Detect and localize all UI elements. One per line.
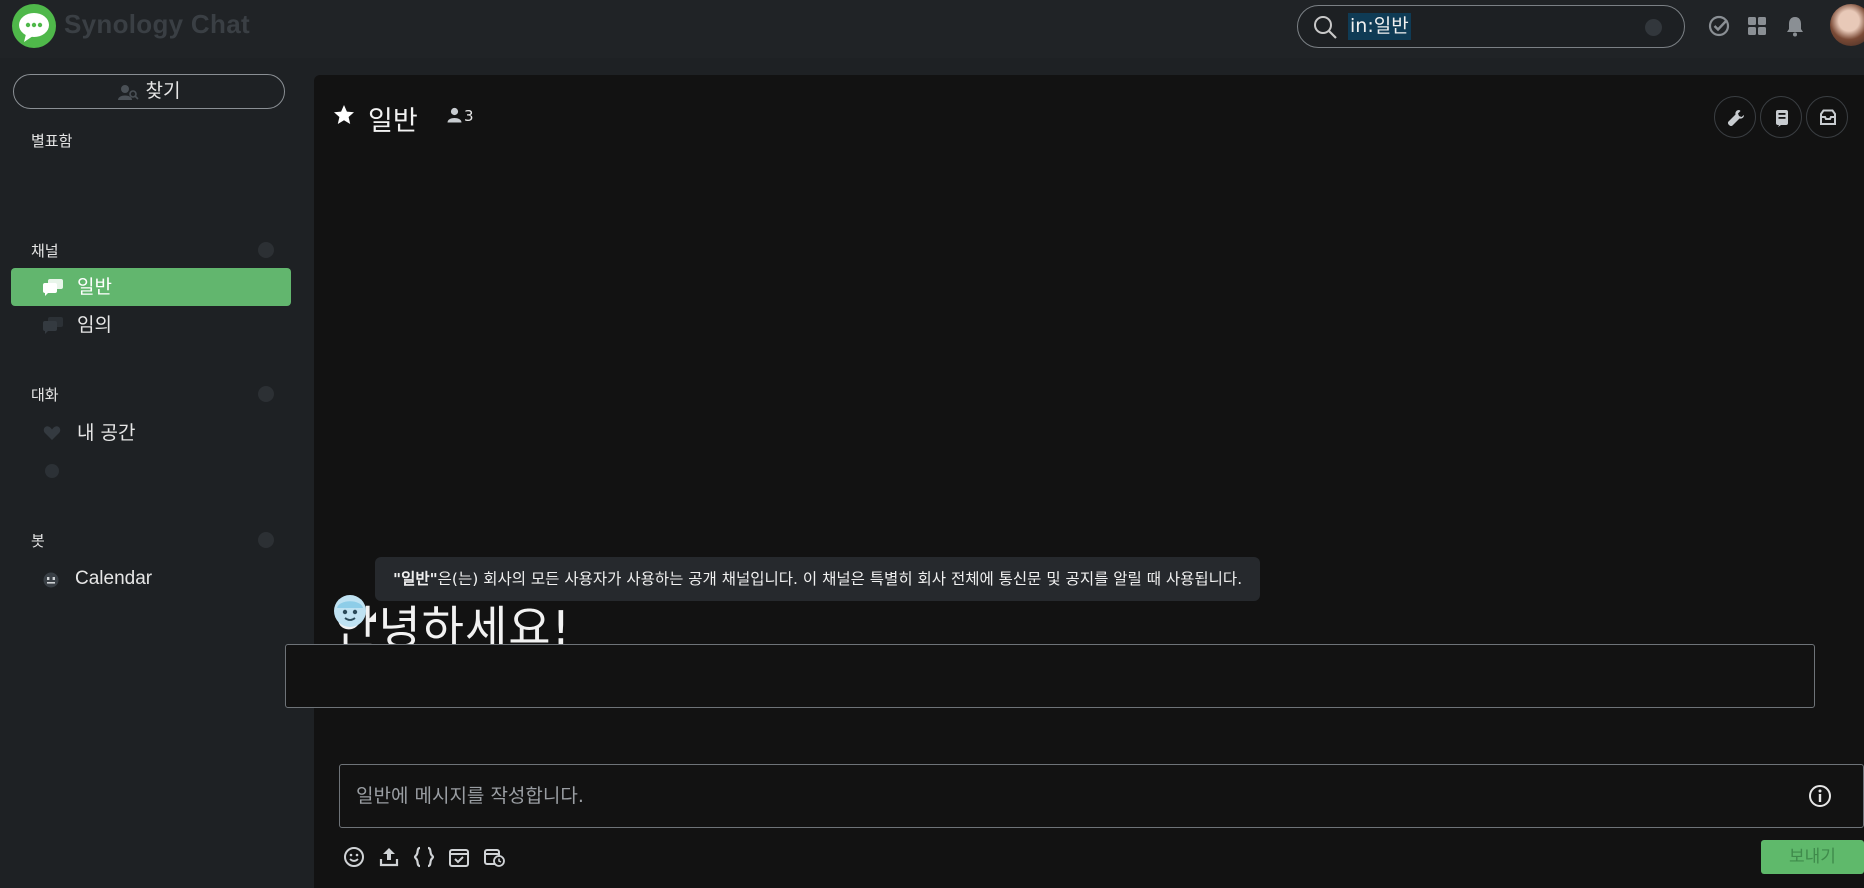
message-composer [285, 644, 1815, 708]
top-bar: Synology Chat in:일반 [0, 0, 1864, 58]
settings-wrench-button[interactable] [1714, 96, 1756, 138]
send-button[interactable]: 보내기 [1761, 840, 1864, 874]
member-count[interactable]: 3 [447, 107, 474, 125]
channel-label: 일반 [77, 276, 112, 298]
add-bot-icon[interactable] [258, 532, 274, 548]
channel-label: 임의 [77, 314, 112, 336]
code-snippet-icon[interactable] [412, 845, 436, 869]
pinned-messages-button[interactable] [1760, 96, 1802, 138]
inbox-icon [1820, 109, 1836, 125]
chat-bubble-icon [45, 464, 59, 478]
sidebar-item-my-space[interactable]: 내 공간 [11, 414, 291, 452]
channel-title: 일반 [368, 106, 418, 137]
channel-chat-icon [43, 317, 63, 334]
search-box[interactable]: in:일반 [1297, 5, 1685, 48]
upload-icon[interactable] [377, 845, 401, 869]
wrench-icon [1727, 110, 1744, 127]
search-icon [1314, 16, 1337, 39]
intro-channel-name: "일반" [393, 570, 438, 588]
emoji-icon[interactable] [342, 845, 366, 869]
sidebar-item-channel-general[interactable]: 일반 [11, 268, 291, 306]
search-query[interactable]: in:일반 [1348, 13, 1411, 40]
bot-icon [43, 572, 59, 588]
inbox-button[interactable] [1806, 96, 1848, 138]
message-input[interactable] [356, 779, 1756, 813]
starred-section-title: 별표함 [31, 132, 73, 150]
sidebar-item-channel-random[interactable]: 임의 [11, 306, 291, 344]
user-avatar[interactable] [1830, 4, 1864, 46]
bots-section-title: 봇 [31, 532, 45, 550]
synology-chat-logo-icon [12, 4, 56, 48]
info-icon[interactable] [1808, 784, 1832, 808]
intro-message-bubble: "일반"은(는) 회사의 모든 사용자가 사용하는 공개 채널입니다. 이 채널… [375, 557, 1261, 601]
apps-grid-icon[interactable] [1745, 14, 1769, 38]
channels-section-title: 채널 [31, 242, 59, 260]
heart-icon [43, 426, 61, 440]
channel-chat-icon [43, 279, 63, 296]
notification-bell-icon[interactable] [1783, 14, 1807, 38]
calendar-check-icon[interactable] [447, 845, 471, 869]
app-title: Synology Chat [64, 9, 250, 39]
sidebar: 찾기 별표함 채널 일반 임의 대화 내 공간 봇 Calendar [0, 58, 310, 888]
add-channel-icon[interactable] [258, 242, 274, 258]
find-button[interactable]: 찾기 [13, 74, 285, 109]
clear-search-icon[interactable] [1645, 19, 1662, 36]
message-composer[interactable] [339, 764, 1864, 828]
bot-avatar-icon [334, 595, 366, 627]
conversations-section-title: 대화 [31, 386, 59, 404]
schedule-message-icon[interactable] [482, 845, 506, 869]
intro-message-text: 은(는) 회사의 모든 사용자가 사용하는 공개 채널입니다. 이 채널은 특별… [437, 570, 1243, 588]
bot-label: Calendar [75, 568, 153, 589]
pin-board-icon [1776, 110, 1788, 127]
check-circle-icon[interactable] [1707, 14, 1731, 38]
members-icon [447, 107, 462, 123]
conversation-label: 내 공간 [77, 422, 136, 444]
add-conversation-icon[interactable] [258, 386, 274, 402]
sidebar-item-bot-calendar[interactable]: Calendar [11, 560, 291, 598]
find-label: 찾기 [145, 80, 181, 102]
bubble-tail [366, 612, 376, 622]
member-count-value: 3 [464, 107, 474, 125]
find-people-icon [118, 85, 139, 100]
star-icon[interactable] [332, 103, 356, 127]
sidebar-item-conversation-empty[interactable] [11, 452, 291, 490]
